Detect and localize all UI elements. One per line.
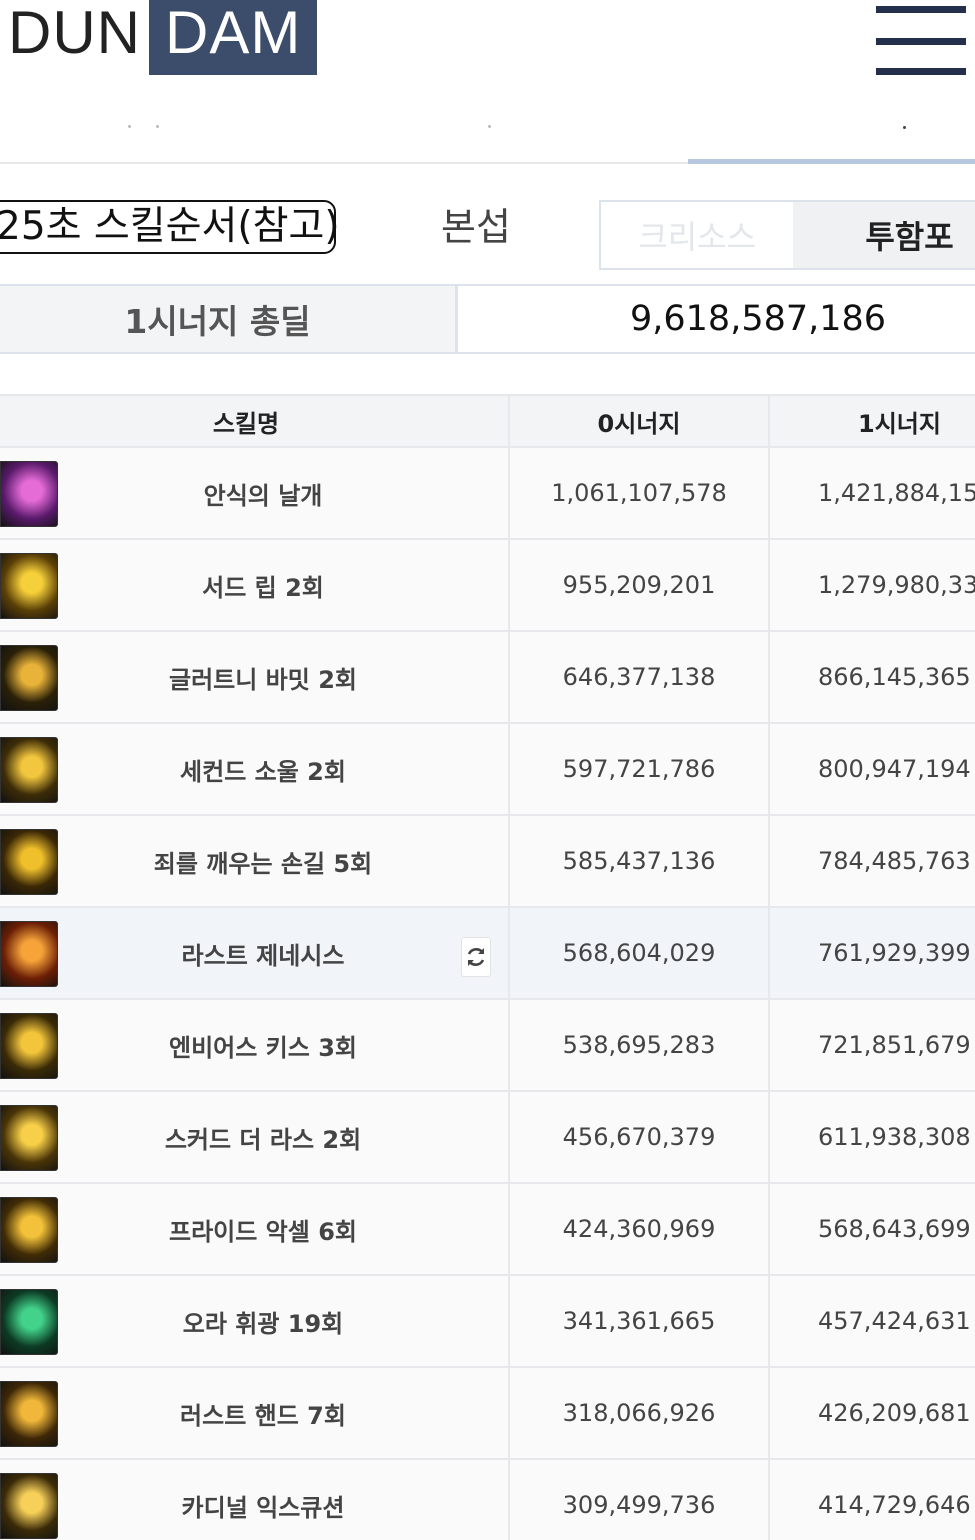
synergy-0-damage: 538,695,283 xyxy=(510,1000,770,1090)
skill-cell: 프라이드 악셀 6회 xyxy=(0,1184,510,1274)
synergy-1-damage: 800,947,194 xyxy=(818,755,971,783)
skill-name: 세컨드 소울 2회 xyxy=(180,757,346,786)
header-synergy-1: 1시너지 xyxy=(858,409,941,438)
tab-indicator-dot xyxy=(903,126,906,129)
table-row: 라스트 제네시스 568,604,029 761,929,399 xyxy=(0,908,975,1000)
synergy-1-damage: 866,145,365 xyxy=(818,663,971,691)
synergy-total-value: 9,618,587,186 xyxy=(630,299,887,339)
header-skill-name: 스킬명 xyxy=(0,396,510,446)
table-row: 프라이드 악셀 6회 424,360,969 568,643,699 xyxy=(0,1184,975,1276)
skill-name: 라스트 제네시스 xyxy=(181,941,345,970)
table-row: 스커드 더 라스 2회 456,670,379 611,938,308 xyxy=(0,1092,975,1184)
skill-name: 러스트 핸드 7회 xyxy=(180,1401,346,1430)
synergy-0-damage: 1,061,107,578 xyxy=(510,448,770,538)
skill-damage-table: 스킬명 0시너지 1시너지 안식의 날개 1,061,107,578 1,421,8… xyxy=(0,394,975,1540)
logo-text-dam: DAM xyxy=(149,0,318,75)
active-tab-underline xyxy=(688,159,975,164)
skill-cell: 안식의 날개 xyxy=(0,448,510,538)
skill-cell: 러스트 핸드 7회 xyxy=(0,1368,510,1458)
option-toggle: 크리소스 투함포 xyxy=(599,200,975,270)
synergy-total-label: 1시너지 총딜 xyxy=(0,286,458,352)
synergy-0-damage: 955,209,201 xyxy=(510,540,770,630)
table-row: 러스트 핸드 7회 318,066,926 426,209,681 xyxy=(0,1368,975,1460)
table-row: 세컨드 소울 2회 597,721,786 800,947,194 xyxy=(0,724,975,816)
skill-cell: 죄를 깨우는 손길 5회 xyxy=(0,816,510,906)
table-row: 서드 립 2회 955,209,201 1,279,980,330 xyxy=(0,540,975,632)
synergy-0-damage: 318,066,926 xyxy=(510,1368,770,1458)
synergy-1-damage: 426,209,681 xyxy=(818,1399,971,1427)
skill-name: 엔비어스 키스 3회 xyxy=(169,1033,357,1062)
table-row: 카디널 익스큐션 309,499,736 414,729,646 xyxy=(0,1460,975,1540)
header-synergy-0: 0시너지 xyxy=(510,396,770,446)
site-logo[interactable]: DUN DAM xyxy=(0,0,318,75)
synergy-1-damage: 721,851,679 xyxy=(818,1031,971,1059)
synergy-0-damage: 424,360,969 xyxy=(510,1184,770,1274)
skill-name: 스커드 더 라스 2회 xyxy=(164,1125,362,1154)
table-header: 스킬명 0시너지 1시너지 xyxy=(0,394,975,448)
synergy-0-damage: 646,377,138 xyxy=(510,632,770,722)
synergy-1-damage: 568,643,699 xyxy=(818,1215,971,1243)
synergy-0-damage: 568,604,029 xyxy=(510,908,770,998)
hamburger-icon[interactable] xyxy=(876,6,966,78)
table-body: 안식의 날개 1,061,107,578 1,421,884,155 서드 립 2회 9… xyxy=(0,448,975,1540)
skill-cell: 글러트니 바밋 2회 xyxy=(0,632,510,722)
table-row: 안식의 날개 1,061,107,578 1,421,884,155 xyxy=(0,448,975,540)
tab-indicator-dot xyxy=(128,125,131,128)
skill-order-button[interactable]: 25초 스킬순서(참고) xyxy=(0,200,340,254)
synergy-1-damage: 611,938,308 xyxy=(818,1123,971,1151)
synergy-0-damage: 309,499,736 xyxy=(510,1460,770,1540)
skill-cell: 카디널 익스큐션 xyxy=(0,1460,510,1540)
skill-cell: 세컨드 소울 2회 xyxy=(0,724,510,814)
synergy-0-damage: 456,670,379 xyxy=(510,1092,770,1182)
skill-cell: 오라 휘광 19회 xyxy=(0,1276,510,1366)
table-row: 엔비어스 키스 3회 538,695,283 721,851,679 xyxy=(0,1000,975,1092)
synergy-0-damage: 585,437,136 xyxy=(510,816,770,906)
tab-indicator-dot xyxy=(156,125,159,128)
synergy-1-damage: 414,729,646 xyxy=(818,1491,971,1519)
skill-name: 안식의 날개 xyxy=(203,481,323,510)
synergy-1-damage: 784,485,763 xyxy=(818,847,971,875)
table-row: 오라 휘광 19회 341,361,665 457,424,631 xyxy=(0,1276,975,1368)
skill-cell: 라스트 제네시스 xyxy=(0,908,510,998)
logo-text-dun: DUN xyxy=(8,0,141,66)
synergy-1-damage: 1,279,980,330 xyxy=(818,571,975,599)
synergy-1-damage: 1,421,884,155 xyxy=(818,479,975,507)
synergy-1-damage: 457,424,631 xyxy=(818,1307,971,1335)
skill-name: 죄를 깨우는 손길 5회 xyxy=(153,849,373,878)
skill-cell: 스커드 더 라스 2회 xyxy=(0,1092,510,1182)
synergy-0-damage: 341,361,665 xyxy=(510,1276,770,1366)
toggle-option-crisos[interactable]: 크리소스 xyxy=(601,202,794,268)
skill-name: 프라이드 악셀 6회 xyxy=(169,1217,357,1246)
synergy-total-row: 1시너지 총딜 9,618,587,186 xyxy=(0,284,975,354)
skill-cell: 엔비어스 키스 3회 xyxy=(0,1000,510,1090)
refresh-icon[interactable] xyxy=(461,937,491,977)
skill-name: 카디널 익스큐션 xyxy=(181,1493,345,1522)
server-label[interactable]: 본섭 xyxy=(441,203,511,251)
skill-cell: 서드 립 2회 xyxy=(0,540,510,630)
synergy-1-damage: 761,929,399 xyxy=(818,939,971,967)
toggle-option-tuhampo[interactable]: 투함포 xyxy=(793,202,975,268)
table-row: 글러트니 바밋 2회 646,377,138 866,145,365 xyxy=(0,632,975,724)
synergy-0-damage: 597,721,786 xyxy=(510,724,770,814)
skill-name: 글러트니 바밋 2회 xyxy=(169,665,357,694)
skill-name: 오라 휘광 19회 xyxy=(182,1309,344,1338)
skill-name: 서드 립 2회 xyxy=(202,573,324,602)
table-row: 죄를 깨우는 손길 5회 585,437,136 784,485,763 xyxy=(0,816,975,908)
tab-indicator-dot xyxy=(488,125,491,128)
